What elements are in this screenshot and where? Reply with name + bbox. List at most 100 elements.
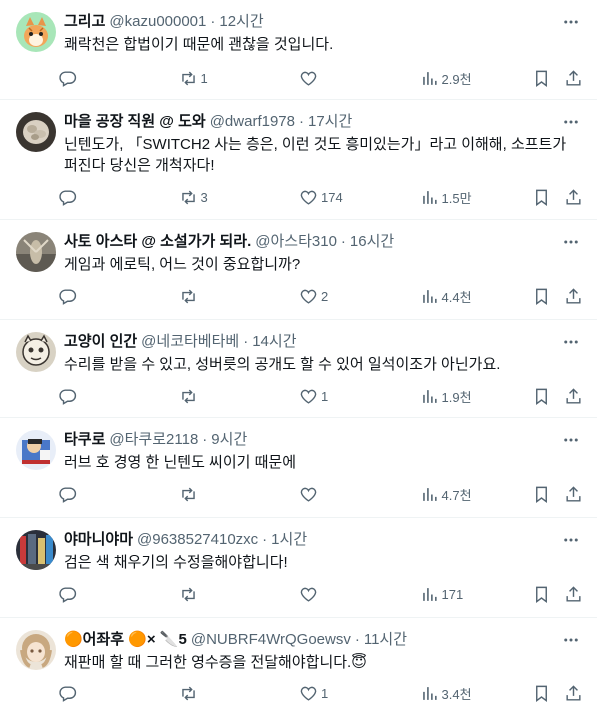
repost-icon — [179, 387, 198, 406]
avatar[interactable] — [16, 332, 56, 372]
views-chart-icon — [420, 69, 439, 88]
more-horizontal-icon[interactable] — [561, 630, 581, 650]
share-icon[interactable] — [564, 585, 583, 604]
bookmark-icon[interactable] — [532, 485, 551, 504]
like-button[interactable]: 1 — [299, 684, 407, 703]
repost-button[interactable] — [179, 387, 287, 406]
views-button[interactable]: 4.4천 — [420, 287, 520, 306]
author-name[interactable]: 고양이 인간 — [64, 332, 137, 352]
repost-icon — [179, 684, 198, 703]
share-icon[interactable] — [564, 485, 583, 504]
more-horizontal-icon[interactable] — [561, 232, 581, 252]
post-header: 사토 아스타 @ 소설가가 되라. @아스타310 · 16시간 — [64, 232, 547, 252]
post-time[interactable]: 12시간 — [219, 12, 263, 32]
reply-button[interactable] — [58, 485, 166, 504]
repost-button[interactable] — [179, 485, 287, 504]
post-header: 🟠어좌후 🟠× 🔪5 @NUBRF4WrQGoewsv · 11시간 — [64, 630, 547, 650]
author-handle[interactable]: @kazu000001 — [109, 12, 206, 32]
post-time[interactable]: 11시간 — [364, 630, 407, 650]
like-button[interactable] — [299, 585, 407, 604]
avatar[interactable] — [16, 12, 56, 52]
bookmark-icon[interactable] — [532, 188, 551, 207]
views-button[interactable]: 3.4천 — [420, 684, 520, 703]
views-button[interactable]: 2.9천 — [420, 69, 520, 88]
bookmark-icon[interactable] — [532, 287, 551, 306]
reply-feed: 그리고 @kazu000001 · 12시간 쾌락천은 합법이기 때문에 괜찮을… — [0, 0, 597, 711]
views-chart-icon — [420, 485, 439, 504]
reply-button[interactable] — [58, 684, 166, 703]
repost-icon — [179, 585, 198, 604]
reply-button[interactable] — [58, 287, 166, 306]
avatar[interactable] — [16, 430, 56, 470]
right-actions — [532, 684, 583, 703]
share-icon[interactable] — [564, 69, 583, 88]
author-handle[interactable]: @네코타베타베 — [141, 332, 239, 352]
more-horizontal-icon[interactable] — [561, 530, 581, 550]
more-horizontal-icon[interactable] — [561, 112, 581, 132]
author-name[interactable]: 야마니야마 — [64, 530, 133, 550]
repost-button[interactable] — [179, 585, 287, 604]
repost-button[interactable] — [179, 287, 287, 306]
like-button[interactable]: 1 — [299, 387, 407, 406]
post-header: 그리고 @kazu000001 · 12시간 — [64, 12, 547, 32]
author-name[interactable]: 🟠어좌후 🟠× 🔪5 — [64, 630, 187, 650]
views-button[interactable]: 171 — [420, 585, 520, 604]
post-time[interactable]: 14시간 — [252, 332, 296, 352]
views-button[interactable]: 1.9천 — [420, 387, 520, 406]
reply-button[interactable] — [58, 585, 166, 604]
reply-button[interactable] — [58, 69, 166, 88]
reply-icon — [58, 485, 77, 504]
post-time[interactable]: 17시간 — [308, 112, 352, 132]
post[interactable]: 타쿠로 @타쿠로2118 · 9시간 러브 호 경영 한 닌텐도 씨이기 때문에 — [0, 418, 597, 518]
post[interactable]: 마을 공장 직원 @ 도와 @dwarf1978 · 17시간 닌텐도가, 「S… — [0, 100, 597, 220]
views-button[interactable]: 1.5만 — [420, 188, 520, 207]
post[interactable]: 그리고 @kazu000001 · 12시간 쾌락천은 합법이기 때문에 괜찮을… — [0, 0, 597, 100]
avatar[interactable] — [16, 630, 56, 670]
post[interactable]: 야마니야마 @9638527410zxc · 1시간 검은 색 채우기의 수정을… — [0, 518, 597, 618]
post-time[interactable]: 1시간 — [271, 530, 307, 550]
post-time[interactable]: 16시간 — [350, 232, 394, 252]
reply-icon — [58, 387, 77, 406]
views-button[interactable]: 4.7천 — [420, 485, 520, 504]
bookmark-icon[interactable] — [532, 684, 551, 703]
views-chart-icon — [420, 585, 439, 604]
reply-button[interactable] — [58, 387, 166, 406]
author-handle[interactable]: @dwarf1978 — [210, 112, 295, 132]
post[interactable]: 🟠어좌후 🟠× 🔪5 @NUBRF4WrQGoewsv · 11시간 재판매 할… — [0, 618, 597, 711]
share-icon[interactable] — [564, 188, 583, 207]
heart-icon — [299, 387, 318, 406]
share-icon[interactable] — [564, 387, 583, 406]
post-text: 닌텐도가, 「SWITCH2 사는 층은, 이런 것도 흥미있는가」라고 이해해… — [64, 136, 567, 174]
post-time[interactable]: 9시간 — [211, 430, 247, 450]
post[interactable]: 고양이 인간 @네코타베타베 · 14시간 수리를 받을 수 있고, 성버릇의 … — [0, 320, 597, 418]
author-name[interactable]: 그리고 — [64, 12, 105, 32]
share-icon[interactable] — [564, 287, 583, 306]
post[interactable]: 사토 아스타 @ 소설가가 되라. @아스타310 · 16시간 게임과 에로틱… — [0, 220, 597, 320]
author-name[interactable]: 사토 아스타 @ 소설가가 되라. — [64, 232, 251, 252]
bookmark-icon[interactable] — [532, 387, 551, 406]
more-horizontal-icon[interactable] — [561, 430, 581, 450]
avatar[interactable] — [16, 112, 56, 152]
more-horizontal-icon[interactable] — [561, 12, 581, 32]
repost-button[interactable]: 3 — [179, 188, 287, 207]
like-button[interactable]: 174 — [299, 188, 407, 207]
repost-button[interactable] — [179, 684, 287, 703]
author-name[interactable]: 타쿠로 — [64, 430, 105, 450]
views-chart-icon — [420, 188, 439, 207]
avatar[interactable] — [16, 530, 56, 570]
author-handle[interactable]: @아스타310 — [255, 232, 337, 252]
like-button[interactable] — [299, 69, 407, 88]
author-name[interactable]: 마을 공장 직원 @ 도와 — [64, 112, 206, 132]
bookmark-icon[interactable] — [532, 585, 551, 604]
author-handle[interactable]: @타쿠로2118 — [109, 430, 198, 450]
bookmark-icon[interactable] — [532, 69, 551, 88]
reply-button[interactable] — [58, 188, 166, 207]
repost-button[interactable]: 1 — [179, 69, 287, 88]
like-button[interactable] — [299, 485, 407, 504]
author-handle[interactable]: @9638527410zxc — [137, 530, 258, 550]
more-horizontal-icon[interactable] — [561, 332, 581, 352]
like-button[interactable]: 2 — [299, 287, 407, 306]
avatar[interactable] — [16, 232, 56, 272]
share-icon[interactable] — [564, 684, 583, 703]
author-handle[interactable]: @NUBRF4WrQGoewsv — [191, 630, 351, 650]
